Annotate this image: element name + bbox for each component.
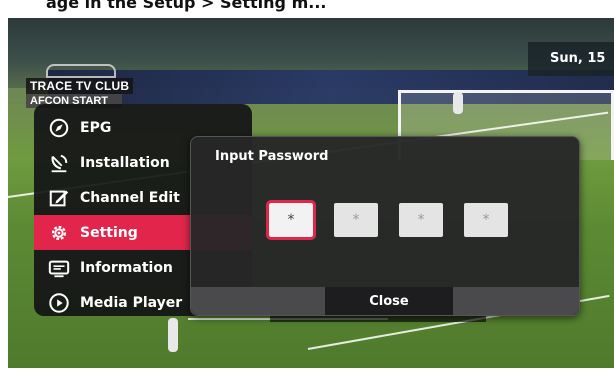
- dialog-title: Input Password: [215, 149, 329, 164]
- password-digit-2[interactable]: *: [334, 203, 378, 237]
- password-digit-3[interactable]: *: [399, 203, 443, 237]
- player: [453, 92, 463, 114]
- menu-item-label: Channel Edit: [80, 189, 180, 206]
- channel-logo: TRACE TV CLUB AFCON START: [26, 64, 134, 108]
- play-icon: [48, 292, 70, 314]
- channel-name: TRACE TV CLUB: [26, 78, 134, 94]
- menu-item-label: Information: [80, 259, 173, 276]
- compass-icon: [48, 117, 70, 139]
- gear-icon: [48, 222, 70, 244]
- password-dialog: Input Password * * * * Close: [190, 136, 580, 316]
- dialog-footer: Close: [191, 287, 579, 315]
- dialog-shadow: [270, 316, 486, 322]
- edit-icon: [48, 187, 70, 209]
- clock-display: Sun, 15: [528, 42, 614, 76]
- photo-top-strip: age in the Setup > Setting m...: [0, 0, 614, 20]
- photo-caption: age in the Setup > Setting m...: [46, 0, 327, 12]
- menu-item-label: EPG: [80, 119, 112, 136]
- password-digit-1[interactable]: *: [266, 200, 316, 240]
- close-button[interactable]: Close: [325, 287, 453, 315]
- player: [168, 318, 178, 352]
- logo-arc-icon: [46, 64, 116, 78]
- satellite-dish-icon: [48, 152, 70, 174]
- menu-item-label: Installation: [80, 154, 170, 171]
- menu-item-label: Setting: [80, 224, 138, 241]
- password-digit-4[interactable]: *: [464, 203, 508, 237]
- menu-item-label: Media Player: [80, 294, 183, 311]
- info-screen-icon: [48, 257, 70, 279]
